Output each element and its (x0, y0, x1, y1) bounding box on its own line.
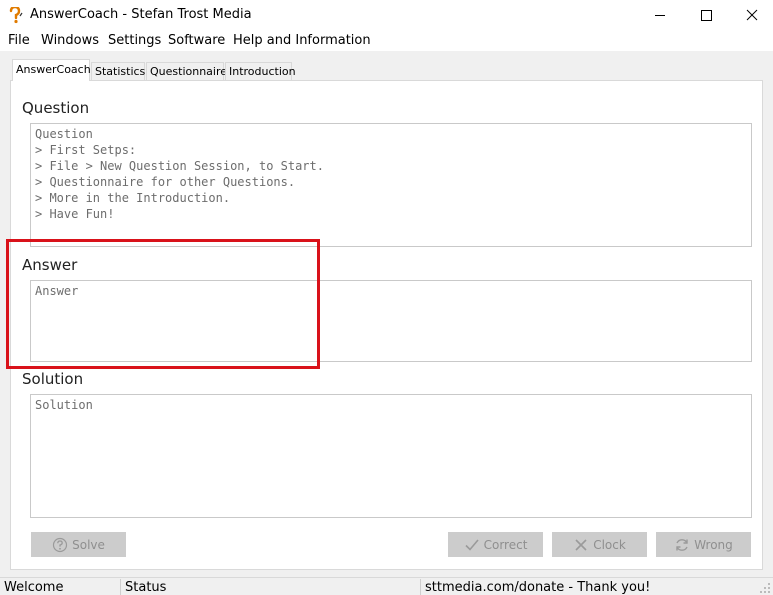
close-icon (746, 9, 758, 21)
window-title: AnswerCoach - Stefan Trost Media (30, 7, 252, 22)
tab-statistics[interactable]: Statistics (91, 62, 145, 80)
question-textbox[interactable]: Question > First Setps: > File > New Que… (30, 123, 752, 247)
menu-file[interactable]: File (8, 33, 30, 48)
close-button[interactable] (729, 0, 773, 31)
checkmark-icon (465, 538, 479, 551)
maximize-icon (701, 10, 712, 21)
menu-software[interactable]: Software (168, 33, 225, 48)
question-icon (53, 537, 68, 552)
wrong-button[interactable]: Wrong (656, 532, 751, 557)
status-separator (120, 579, 121, 595)
status-donate[interactable]: sttmedia.com/donate - Thank you! (425, 580, 650, 595)
solution-label: Solution (22, 370, 84, 388)
status-welcome: Welcome (4, 580, 64, 595)
answer-textbox[interactable]: Answer (30, 280, 752, 362)
cross-icon (575, 538, 587, 551)
status-bar: Welcome Status sttmedia.com/donate - Tha… (0, 577, 773, 595)
menu-help[interactable]: Help and Information (233, 33, 371, 48)
tab-introduction[interactable]: Introduction (225, 62, 296, 80)
menu-bar: File Windows Settings Software Help and … (0, 31, 773, 51)
app-question-icon (9, 7, 23, 24)
clock-button-label: Clock (593, 537, 626, 552)
minimize-icon (655, 15, 665, 16)
menu-windows[interactable]: Windows (41, 33, 99, 48)
status-text: Status (125, 580, 167, 595)
correct-button[interactable]: Correct (448, 532, 543, 557)
tab-questionnaire[interactable]: Questionnaire (146, 62, 227, 80)
minimize-button[interactable] (637, 0, 683, 31)
correct-button-label: Correct (483, 537, 528, 552)
title-bar: AnswerCoach - Stefan Trost Media (0, 0, 773, 31)
clock-button[interactable]: Clock (552, 532, 647, 557)
answer-label: Answer (22, 256, 78, 274)
solve-button[interactable]: Solve (31, 532, 126, 557)
question-label: Question (22, 99, 90, 117)
solution-textbox[interactable]: Solution (30, 394, 752, 518)
solve-button-label: Solve (72, 537, 105, 552)
resize-grip-icon[interactable] (759, 582, 771, 594)
tab-answercoach[interactable]: AnswerCoach (12, 59, 91, 81)
menu-settings[interactable]: Settings (108, 33, 161, 48)
status-separator (420, 579, 421, 595)
maximize-button[interactable] (683, 0, 729, 31)
refresh-icon (676, 538, 688, 551)
wrong-button-label: Wrong (694, 537, 733, 552)
